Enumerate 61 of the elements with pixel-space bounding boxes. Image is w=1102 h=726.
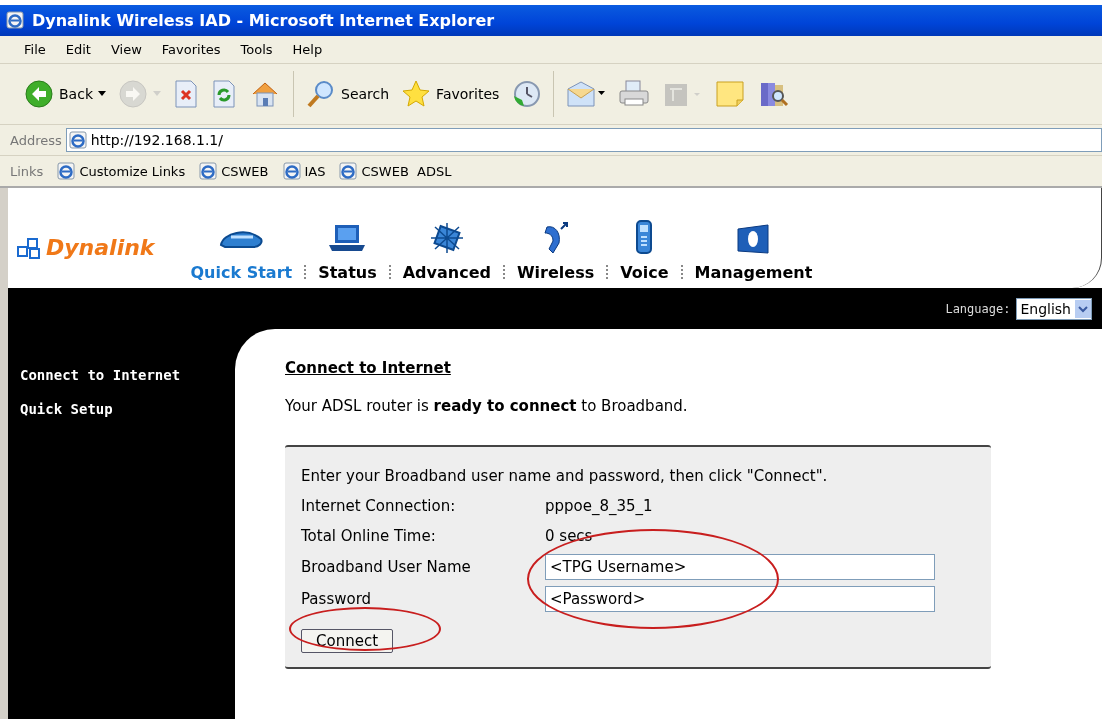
page-icon <box>68 131 87 149</box>
toolbar-button[interactable]: Back <box>24 79 106 109</box>
links-label: Links <box>10 163 44 179</box>
field-label: Internet Connection: <box>301 497 457 515</box>
field-label: Password <box>301 590 373 608</box>
link-item[interactable]: IAS <box>282 162 326 180</box>
instruction-text: Enter your Broadband user name and password, then click "Connect". <box>301 466 829 487</box>
field-value: pppoe_8_35_1 <box>545 497 653 515</box>
nav-tab[interactable]: Quick Start <box>178 225 305 282</box>
nav-tab[interactable]: Status <box>306 223 389 282</box>
dropdown-arrow-icon <box>153 91 161 97</box>
field-label: Total Online Time: <box>301 527 437 545</box>
window-icon <box>6 10 26 31</box>
address-label: Address <box>10 132 62 148</box>
url-text: http://192.168.1.1/ <box>90 132 223 148</box>
nav-tab[interactable]: Voice <box>608 217 681 282</box>
search-icon <box>306 79 336 109</box>
ie-page-icon <box>199 162 218 180</box>
envelope-icon <box>566 79 607 109</box>
toolbar-button[interactable] <box>211 79 237 109</box>
logo-icon <box>16 236 42 259</box>
history-icon <box>511 79 542 109</box>
link-item[interactable]: CSWEB <box>199 162 269 180</box>
input-field[interactable]: <TPG Username> <box>545 554 935 580</box>
nav-tab[interactable]: Management <box>682 223 825 282</box>
star-icon <box>401 79 432 109</box>
language-select[interactable]: English <box>1016 297 1092 320</box>
ie-page-icon <box>339 162 358 180</box>
sidebar-link[interactable]: Quick Setup <box>8 401 235 417</box>
address-field[interactable]: http://192.168.1.1/ <box>65 128 1102 152</box>
connect-button[interactable]: Connect <box>301 629 394 653</box>
dropdown-arrow-icon <box>98 91 106 97</box>
menu-item[interactable]: View <box>110 42 142 57</box>
toolbar-button[interactable] <box>511 79 542 109</box>
menu-item[interactable]: File <box>24 42 46 57</box>
nav-tab[interactable]: Advanced <box>390 221 503 282</box>
link-item[interactable]: CSWEB ADSL <box>339 162 452 180</box>
toolbar-button[interactable]: Favorites <box>401 79 500 109</box>
window-title: Dynalink Wireless IAD - Microsoft Internet Explorer <box>32 11 495 30</box>
language-label: Language: <box>945 301 1011 316</box>
printer-icon <box>618 79 651 109</box>
sidebar-link[interactable]: Connect to Internet <box>8 367 235 383</box>
field-label: Broadband User Name <box>301 558 472 576</box>
note-icon <box>714 79 747 109</box>
intro-text: Your ADSL router is ready to connect to Broadband. <box>285 397 689 415</box>
ie-page-icon <box>57 162 76 180</box>
ie-page-icon <box>282 162 301 180</box>
menu-item[interactable]: Tools <box>240 42 273 57</box>
stop-icon <box>173 79 199 109</box>
menu-item[interactable]: Favorites <box>161 42 221 57</box>
toolbar-button[interactable] <box>173 79 199 109</box>
field-value: 0 secs <box>545 527 593 545</box>
brand-name: Dynalink <box>46 235 155 260</box>
page-heading: Connect to Internet <box>285 359 452 377</box>
toolbar-button[interactable]: Search <box>306 79 390 109</box>
menu-item[interactable]: Edit <box>65 42 91 57</box>
refresh-icon <box>211 79 237 109</box>
input-field[interactable]: <Password> <box>545 586 935 612</box>
link-item[interactable]: Customize Links <box>57 162 186 180</box>
menu-item[interactable]: Help <box>292 42 323 57</box>
nav-tab[interactable]: Wireless <box>504 221 607 282</box>
